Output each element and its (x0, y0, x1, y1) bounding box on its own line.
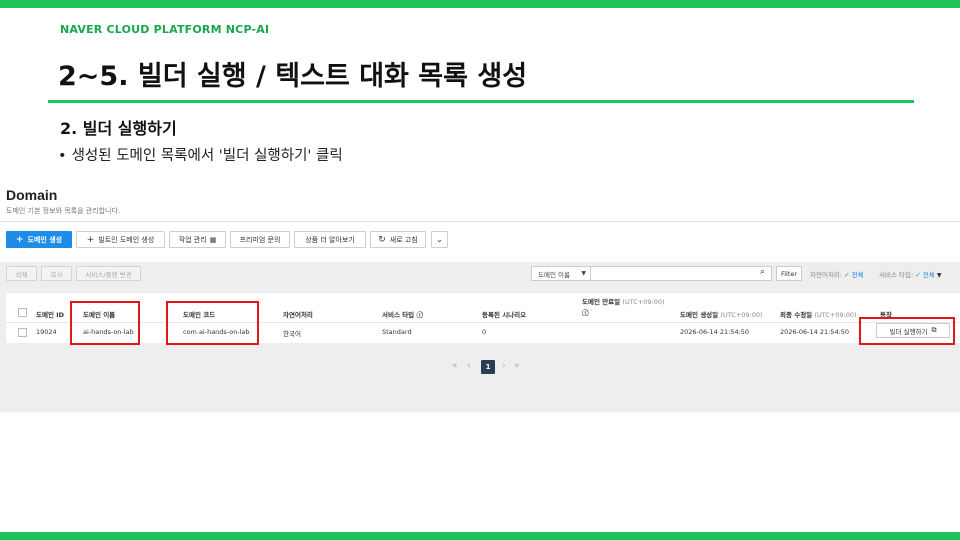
header-domain-id: 도메인 ID (36, 311, 65, 319)
header-created: 도메인 생성일 (UTC+09:00) (680, 309, 763, 319)
brand-label: NAVER CLOUD PLATFORM NCP-AI (60, 23, 270, 36)
bottom-accent-bar (0, 532, 960, 540)
cell-created: 2026-06-14 21:54:50 (680, 328, 750, 336)
header-scenarios: 등록된 시나리오 (482, 311, 527, 319)
header-service-type-label: 서비스 타입 (382, 311, 415, 319)
cell-nlp: 한국어 (283, 330, 301, 338)
cell-service-type: Standard (382, 328, 412, 336)
highlight-domain-code (166, 301, 259, 345)
calendar-icon: ▦ (209, 235, 217, 244)
last-page-button[interactable]: » (514, 361, 520, 371)
caret-down-icon: ▼ (936, 272, 942, 279)
slide-title: 2~5. 빌더 실행 / 텍스트 대화 목록 생성 (58, 61, 528, 92)
plus-icon: + (15, 234, 24, 245)
nlp-filter[interactable]: 자연어처리: ✓ 전체 (810, 269, 864, 279)
cell-modified: 2026-06-14 21:54:50 (780, 328, 850, 336)
plus-icon: + (86, 234, 95, 245)
bullet-text: 생성된 도메인 목록에서 '빌더 실행하기' 클릭 (71, 148, 343, 164)
help-icon[interactable]: ⓘ (416, 311, 423, 319)
premium-inquiry-label: 프리미엄 문의 (239, 235, 281, 244)
create-domain-label: 도메인 생성 (27, 235, 63, 244)
prev-page-button[interactable]: ‹ (467, 361, 471, 371)
row-checkbox[interactable] (18, 328, 27, 337)
job-management-label: 작업 관리 (178, 235, 207, 244)
nlp-filter-label: 자연어처리: (810, 271, 843, 279)
create-builtin-domain-button[interactable]: + 빌트인 도메인 생성 (76, 231, 165, 248)
header-modified-tz: (UTC+09:00) (814, 311, 857, 319)
service-type-filter-label: 서비스 타입: (879, 271, 914, 279)
check-icon: ✓ (844, 271, 850, 279)
delete-button[interactable]: 삭제 (6, 266, 37, 281)
create-domain-button[interactable]: + 도메인 생성 (6, 231, 72, 248)
header-modified: 최종 수정일 (UTC+09:00) (780, 309, 857, 319)
current-page[interactable]: 1 (481, 360, 495, 374)
create-builtin-label: 빌트인 도메인 생성 (98, 235, 155, 244)
domain-table: 도메인 ID 도메인 이름 도메인 코드 자연어처리 서비스 타입 ⓘ 등록된 … (6, 293, 960, 343)
service-type-filter-value: 전체 (922, 271, 935, 279)
header-service-type: 서비스 타입 ⓘ (382, 309, 423, 319)
caret-down-icon: ▼ (581, 270, 586, 277)
premium-inquiry-button[interactable]: 프리미엄 문의 (230, 231, 290, 248)
cell-domain-id: 19024 (36, 328, 57, 336)
learn-more-button[interactable]: 상품 더 알아보기 (294, 231, 366, 248)
refresh-label: 새로 고침 (389, 235, 418, 244)
top-accent-bar (0, 0, 960, 8)
first-page-button[interactable]: « (452, 361, 458, 371)
refresh-button[interactable]: ↻ 새로 고침 (370, 231, 426, 248)
header-created-label: 도메인 생성일 (680, 311, 719, 319)
header-created-tz: (UTC+09:00) (720, 311, 763, 319)
header-nlp: 자연어처리 (283, 311, 313, 319)
console-page-title: Domain (6, 187, 58, 203)
change-service-plan-label: 서비스/플랜 변경 (85, 270, 132, 279)
filter-label: Filter (780, 269, 798, 278)
title-divider (48, 100, 914, 103)
expand-toolbar-button[interactable]: ⌄ (431, 231, 448, 248)
filter-button[interactable]: Filter (776, 266, 802, 281)
delete-label: 삭제 (15, 270, 28, 279)
console-page-subtitle: 도메인 기본 정보와 목록을 관리합니다. (6, 207, 121, 215)
job-management-button[interactable]: 작업 관리 ▦ (169, 231, 226, 248)
console-screenshot: Domain 도메인 기본 정보와 목록을 관리합니다. + 도메인 생성 + 빌트… (0, 180, 960, 412)
cell-scenarios: 0 (482, 328, 487, 336)
learn-more-label: 상품 더 알아보기 (305, 235, 355, 244)
highlight-domain-name (70, 301, 140, 345)
section-heading: 2. 빌더 실행하기 (60, 119, 177, 138)
highlight-run-builder (859, 317, 955, 345)
search-input[interactable]: ⌕ (590, 266, 772, 281)
refresh-icon: ↻ (378, 234, 386, 245)
select-all-checkbox[interactable] (18, 308, 27, 317)
check-icon: ✓ (915, 271, 921, 279)
copy-label: 복사 (50, 270, 63, 279)
header-expiry-tz: (UTC+09:00) (622, 298, 665, 306)
search-icon[interactable]: ⌕ (760, 267, 765, 277)
next-page-button[interactable]: › (502, 361, 506, 371)
instruction-bullet: • 생성된 도메인 목록에서 '빌더 실행하기' 클릭 (58, 144, 343, 165)
search-field-select[interactable]: 도메인 이름 ▼ (531, 266, 591, 281)
header-expiry-label: 도메인 만료일 (582, 298, 621, 306)
help-icon[interactable]: ⓘ (582, 309, 589, 317)
table-header-divider (6, 322, 960, 323)
console-divider (0, 221, 960, 222)
copy-button[interactable]: 복사 (41, 266, 72, 281)
chevron-down-icon: ⌄ (436, 235, 443, 244)
slide: NAVER CLOUD PLATFORM NCP-AI 2~5. 빌더 실행 /… (0, 0, 960, 540)
change-service-plan-button[interactable]: 서비스/플랜 변경 (76, 266, 141, 281)
header-expiry: 도메인 만료일 (UTC+09:00) ⓘ (582, 297, 665, 319)
bullet-dot: • (58, 148, 67, 164)
header-modified-label: 최종 수정일 (780, 311, 813, 319)
nlp-filter-value: 전체 (851, 271, 864, 279)
search-field-value: 도메인 이름 (538, 270, 570, 279)
service-type-filter[interactable]: 서비스 타입: ✓ 전체 ▼ (879, 269, 941, 279)
